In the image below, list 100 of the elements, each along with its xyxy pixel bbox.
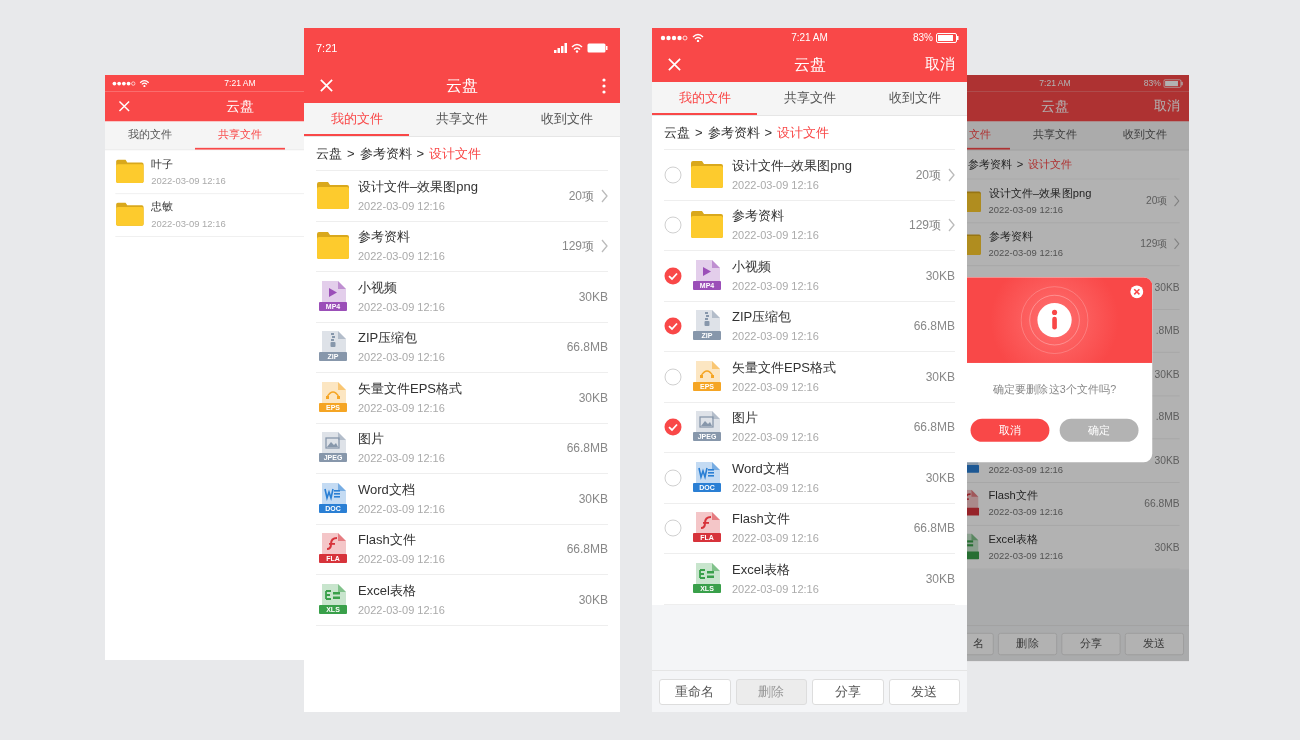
checkbox[interactable] xyxy=(664,266,682,285)
file-size: 66.8MB xyxy=(913,419,955,437)
battery-icon xyxy=(1163,78,1184,88)
chevron-right-icon[interactable] xyxy=(601,188,608,203)
file-size: 66.8MB xyxy=(566,541,608,559)
breadcrumb-link[interactable]: 云盘 xyxy=(664,122,690,143)
screen-title: 云盘 xyxy=(226,97,254,116)
file-size: 30KB xyxy=(925,368,955,386)
tab[interactable]: 共享文件 xyxy=(195,121,285,150)
file-name: 忠敏 xyxy=(151,200,175,215)
file-size: 30KB xyxy=(1154,366,1180,382)
action-button[interactable]: 名 xyxy=(967,632,994,655)
file-name: 矢量文件EPS格式 xyxy=(358,380,463,397)
file-size: 30KB xyxy=(925,267,955,285)
file-name: 图片 xyxy=(732,410,759,427)
chevron-right-icon[interactable] xyxy=(1173,238,1180,251)
dialog-message: 确定要删除这3个文件吗? xyxy=(991,382,1118,398)
checkbox[interactable] xyxy=(664,317,682,336)
close-icon[interactable] xyxy=(1129,284,1144,299)
tab[interactable]: 共享文件 xyxy=(409,103,514,136)
tab[interactable]: 共享文件 xyxy=(1010,121,1100,150)
file-size: 66.8MB xyxy=(1144,496,1180,512)
action-button[interactable]: 删除 xyxy=(998,632,1058,655)
file-name: 图片 xyxy=(358,431,385,448)
checkbox[interactable] xyxy=(664,519,682,538)
modified-date: 2022-03-09 12:16 xyxy=(732,582,820,596)
item-count: 20项 xyxy=(568,187,594,205)
modified-date: 2022-03-09 12:16 xyxy=(358,351,446,365)
file-name: Excel表格 xyxy=(358,582,417,599)
tab[interactable]: 我的文件 xyxy=(105,121,195,150)
file-size: 30KB xyxy=(578,288,608,306)
close-icon[interactable] xyxy=(117,99,131,113)
modified-date: 2022-03-09 12:16 xyxy=(732,380,820,394)
chevron-right-icon[interactable] xyxy=(948,218,955,233)
tab[interactable]: 共享文件 xyxy=(757,82,862,115)
item-count: 20项 xyxy=(915,166,941,184)
tab[interactable]: 我的文件 xyxy=(304,103,409,136)
close-icon[interactable] xyxy=(667,57,682,72)
breadcrumb-link[interactable]: 参考资料 xyxy=(968,156,1013,173)
checkbox[interactable] xyxy=(664,216,682,235)
more-icon[interactable] xyxy=(602,77,606,94)
tab[interactable]: 文件 xyxy=(967,121,1010,150)
status-time: 7:21 xyxy=(316,40,338,56)
checkbox[interactable] xyxy=(664,165,682,184)
file-name: 参考资料 xyxy=(988,229,1035,244)
modified-date: 2022-03-09 12:16 xyxy=(732,279,820,293)
cancel-button[interactable]: 取消 xyxy=(970,418,1050,442)
signal-icon xyxy=(111,79,136,87)
breadcrumb-separator: > xyxy=(695,123,703,142)
file-size: 66.8MB xyxy=(566,440,608,458)
action-button[interactable]: 发送 xyxy=(1124,632,1184,655)
file-name: Excel表格 xyxy=(988,532,1040,547)
checkbox[interactable] xyxy=(664,418,682,437)
tab[interactable]: 收到文件 xyxy=(862,82,967,115)
signal-icon xyxy=(660,33,688,42)
file-name: 小视频 xyxy=(732,258,772,275)
wifi-icon xyxy=(139,79,150,87)
item-count: 129项 xyxy=(561,238,594,256)
chevron-right-icon[interactable] xyxy=(601,239,608,254)
tab[interactable]: 收到文件 xyxy=(514,103,619,136)
file-size: 30KB xyxy=(925,469,955,487)
tab[interactable]: 收到文件 xyxy=(1099,121,1189,150)
close-icon[interactable] xyxy=(319,78,334,93)
breadcrumb-separator: > xyxy=(1016,156,1024,173)
battery-percent: 83% xyxy=(913,31,933,45)
checkbox[interactable] xyxy=(664,367,682,386)
action-button[interactable]: 重命名 xyxy=(659,678,731,705)
file-name: 设计文件–效果图png xyxy=(988,186,1093,200)
breadcrumb-link[interactable]: 参考资料 xyxy=(359,143,412,164)
file-name: 参考资料 xyxy=(358,229,411,246)
tab[interactable]: 我的文件 xyxy=(652,82,757,115)
checkbox[interactable] xyxy=(664,468,682,487)
file-size: .8MB xyxy=(1155,323,1180,339)
file-name: Excel表格 xyxy=(732,561,791,578)
file-size: 30KB xyxy=(578,389,608,407)
modified-date: 2022-03-09 12:16 xyxy=(732,431,820,445)
modified-date: 2022-03-09 12:16 xyxy=(732,229,820,243)
file-name: ZIP压缩包 xyxy=(732,309,793,326)
action-button[interactable]: 分享 xyxy=(1061,632,1121,655)
file-size: 30KB xyxy=(578,591,608,609)
file-size: 30KB xyxy=(1154,280,1180,296)
file-name: 参考资料 xyxy=(732,208,785,225)
modified-date: 2022-03-09 12:16 xyxy=(988,507,1064,519)
modified-date: 2022-03-09 12:16 xyxy=(732,481,820,495)
modified-date: 2022-03-09 12:16 xyxy=(358,452,446,466)
file-size: 66.8MB xyxy=(913,318,955,336)
modified-date: 2022-03-09 12:16 xyxy=(358,603,446,617)
cancel-button[interactable]: 取消 xyxy=(925,53,955,76)
breadcrumb-link[interactable]: 云盘 xyxy=(316,143,342,164)
breadcrumb-separator: > xyxy=(416,144,425,163)
modified-date: 2022-03-09 12:16 xyxy=(358,250,446,264)
breadcrumb-link[interactable]: 参考资料 xyxy=(707,122,760,143)
battery-icon xyxy=(587,43,608,53)
file-size: 66.8MB xyxy=(566,339,608,357)
cancel-button[interactable]: 取消 xyxy=(1153,96,1180,116)
chevron-right-icon[interactable] xyxy=(948,167,955,182)
modified-date: 2022-03-09 12:16 xyxy=(988,204,1064,216)
action-button[interactable]: 分享 xyxy=(812,678,884,705)
action-button[interactable]: 发送 xyxy=(888,678,960,705)
chevron-right-icon[interactable] xyxy=(1173,194,1180,207)
